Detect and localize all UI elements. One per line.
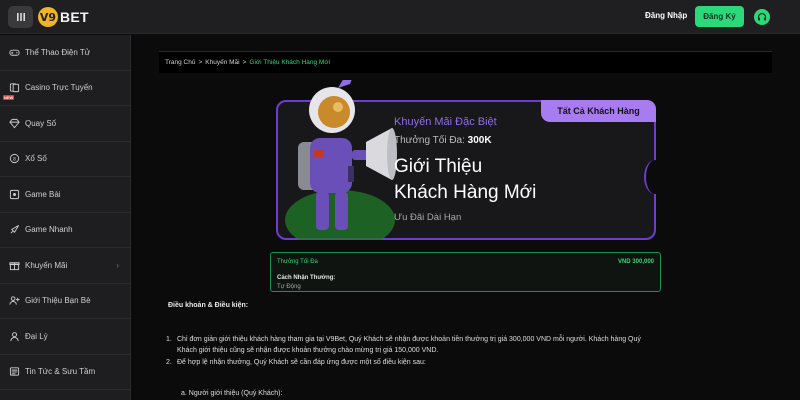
- banner-max-reward: Thưởng Tối Đa: 300K: [394, 135, 492, 146]
- term-text: Chỉ đơn giản giới thiệu khách hàng tham …: [177, 336, 641, 343]
- audience-tag: Tất Cả Khách Hàng: [541, 100, 656, 122]
- agent-icon: [10, 331, 19, 341]
- diamond-icon: [9, 118, 20, 129]
- sidebar-item-label: Quay Số: [25, 118, 57, 128]
- breadcrumb-promotions[interactable]: Khuyến Mãi: [205, 59, 239, 66]
- login-link[interactable]: Đăng Nhập: [645, 11, 687, 20]
- sidebar-item-lottery[interactable]: 8 Xổ Số: [0, 142, 130, 177]
- sidebar-item-esports[interactable]: Thể Thao Điện Tử: [0, 35, 130, 71]
- top-header: V9 BET Đăng Nhập Đăng Ký: [0, 0, 800, 34]
- terms-title: Điều khoản & Điều kiện:: [168, 302, 249, 309]
- claim-method-value: Tự Động: [277, 284, 301, 290]
- banner-max-label: Thưởng Tối Đa:: [394, 135, 465, 146]
- banner-note: Ưu Đãi Dài Hạn: [394, 212, 462, 223]
- breadcrumb-separator: >: [242, 59, 247, 66]
- sidebar-item-lucky-draw[interactable]: Quay Số: [0, 106, 130, 142]
- logo-mark: V9: [38, 7, 58, 27]
- sidebar-item-label: Đại Lý: [25, 331, 48, 341]
- term-text: Khách giới thiệu cũng sẽ nhận được khoản…: [177, 347, 439, 354]
- sidebar-item-label: Thể Thao Điện Tử: [25, 47, 91, 57]
- sidebar-item-refer-friends[interactable]: Giới Thiệu Bạn Bè: [0, 284, 130, 319]
- sidebar-item-label: Casino Trực Tuyến: [25, 83, 93, 93]
- support-button[interactable]: [754, 9, 770, 25]
- brand-logo[interactable]: V9 BET: [38, 7, 89, 27]
- register-button[interactable]: Đăng Ký: [695, 6, 744, 27]
- sidebar: Thể Thao Điện Tử NEW Casino Trực Tuyến Q…: [0, 35, 131, 400]
- breadcrumb-current: Giới Thiệu Khách Hàng Mới: [249, 59, 331, 66]
- breadcrumb: Trang Chủ > Khuyến Mãi > Giới Thiệu Khác…: [159, 51, 772, 73]
- sub-item-referrer: a. Người giới thiệu (Quý Khách):: [181, 390, 283, 397]
- add-user-icon: [9, 296, 20, 305]
- ticket-notch: [644, 160, 666, 194]
- sidebar-item-label: Tin Tức & Sưu Tầm: [25, 367, 96, 377]
- breadcrumb-home[interactable]: Trang Chủ: [165, 59, 195, 66]
- menu-button[interactable]: [8, 6, 33, 28]
- max-reward-row: Thưởng Tối Đa VND 300,000: [277, 259, 654, 265]
- list-number: 2.: [166, 359, 172, 366]
- svg-text:8: 8: [13, 157, 16, 163]
- sidebar-item-news[interactable]: Tin Tức & Sưu Tầm: [0, 355, 130, 390]
- banner-subtitle: Khuyến Mãi Đặc Biệt: [394, 116, 497, 128]
- term-text: Để hợp lệ nhận thưởng, Quý Khách sẽ cần …: [177, 359, 426, 366]
- max-reward-value: VND 300,000: [617, 259, 654, 265]
- gift-icon: [9, 262, 20, 270]
- claim-method-label: Cách Nhận Thưởng:: [277, 275, 336, 281]
- list-item: 2. Để hợp lệ nhận thưởng, Quý Khách sẽ cầ…: [166, 357, 766, 368]
- breadcrumb-separator: >: [198, 59, 203, 66]
- headset-icon: [757, 12, 767, 21]
- banner-title-line2: Khách Hàng Mới: [394, 182, 537, 203]
- sidebar-item-agent[interactable]: Đại Lý: [0, 319, 130, 355]
- new-badge: NEW: [3, 94, 15, 100]
- card-game-icon: [9, 189, 20, 199]
- rocket-icon: [10, 225, 20, 234]
- banner-max-value: 300K: [467, 135, 492, 146]
- gamepad-icon: [9, 49, 20, 56]
- banner-title-line1: Giới Thiệu: [394, 156, 483, 177]
- sidebar-item-label: Khuyến Mãi: [25, 260, 68, 270]
- max-reward-label: Thưởng Tối Đa: [277, 259, 318, 265]
- sidebar-item-promotions[interactable]: Khuyến Mãi ›: [0, 248, 130, 284]
- logo-text: BET: [60, 9, 89, 25]
- sidebar-item-label: Game Bài: [25, 189, 61, 199]
- sidebar-item-quick-games[interactable]: Game Nhanh: [0, 213, 130, 248]
- sidebar-item-label: Xổ Số: [25, 154, 47, 164]
- terms-list: 1. Chỉ đơn giản giới thiệu khách hàng tha…: [166, 334, 766, 369]
- menu-icon: [16, 13, 25, 21]
- reward-info-box: Thưởng Tối Đa VND 300,000 Cách Nhận Thưở…: [270, 252, 661, 292]
- lottery-ball-icon: 8: [9, 154, 20, 164]
- promo-banner: Tất Cả Khách Hàng Khuyến Mãi Đặc Biệt Th…: [276, 80, 666, 240]
- news-icon: [9, 367, 20, 376]
- sidebar-item-label: Giới Thiệu Bạn Bè: [25, 296, 91, 306]
- chevron-right-icon: ›: [116, 260, 119, 270]
- sidebar-item-casino[interactable]: NEW Casino Trực Tuyến: [0, 71, 130, 106]
- cards-icon: [9, 83, 20, 93]
- list-item: 1. Chỉ đơn giản giới thiệu khách hàng tha…: [166, 334, 766, 356]
- banner-title: Giới Thiệu Khách Hàng Mới: [394, 154, 536, 206]
- list-number: 1.: [166, 336, 172, 343]
- astronaut-illustration: [285, 80, 397, 240]
- sidebar-item-label: Game Nhanh: [25, 225, 73, 235]
- sidebar-item-card-games[interactable]: Game Bài: [0, 177, 130, 213]
